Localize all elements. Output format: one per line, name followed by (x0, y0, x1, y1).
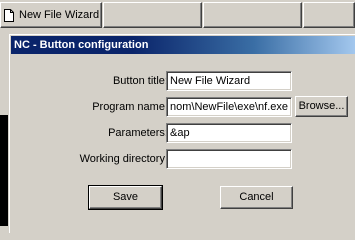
working-directory-label: Working directory: (79, 153, 168, 165)
button-title-input[interactable]: New File Wizard (166, 71, 292, 91)
background-toolbar: New File Wizard (0, 0, 355, 30)
toolbar-button-empty-2[interactable] (203, 2, 302, 28)
button-configuration-dialog: NC - Button configuration Button title: … (8, 33, 355, 233)
button-title-label: Button title: (112, 75, 168, 87)
cancel-button[interactable]: Cancel (220, 186, 293, 209)
toolbar-button-new-file-wizard[interactable]: New File Wizard (0, 2, 102, 28)
toolbar-button-empty-3[interactable] (303, 2, 355, 28)
parameters-input[interactable]: &ap (166, 123, 292, 143)
browse-button[interactable]: Browse... (295, 96, 348, 117)
program-name-input[interactable]: nom\NewFile\exe\nf.exe (166, 97, 292, 117)
dialog-title-bar[interactable]: NC - Button configuration (11, 36, 355, 54)
save-button[interactable]: Save (88, 185, 163, 210)
dialog-title: NC - Button configuration (14, 39, 149, 51)
toolbar-button-label: New File Wizard (19, 9, 100, 21)
document-icon (4, 8, 14, 22)
working-directory-input[interactable] (166, 149, 292, 169)
toolbar-button-empty-1[interactable] (103, 2, 202, 28)
parameters-label: Parameters: (108, 127, 168, 139)
program-name-label: Program name: (92, 101, 168, 113)
